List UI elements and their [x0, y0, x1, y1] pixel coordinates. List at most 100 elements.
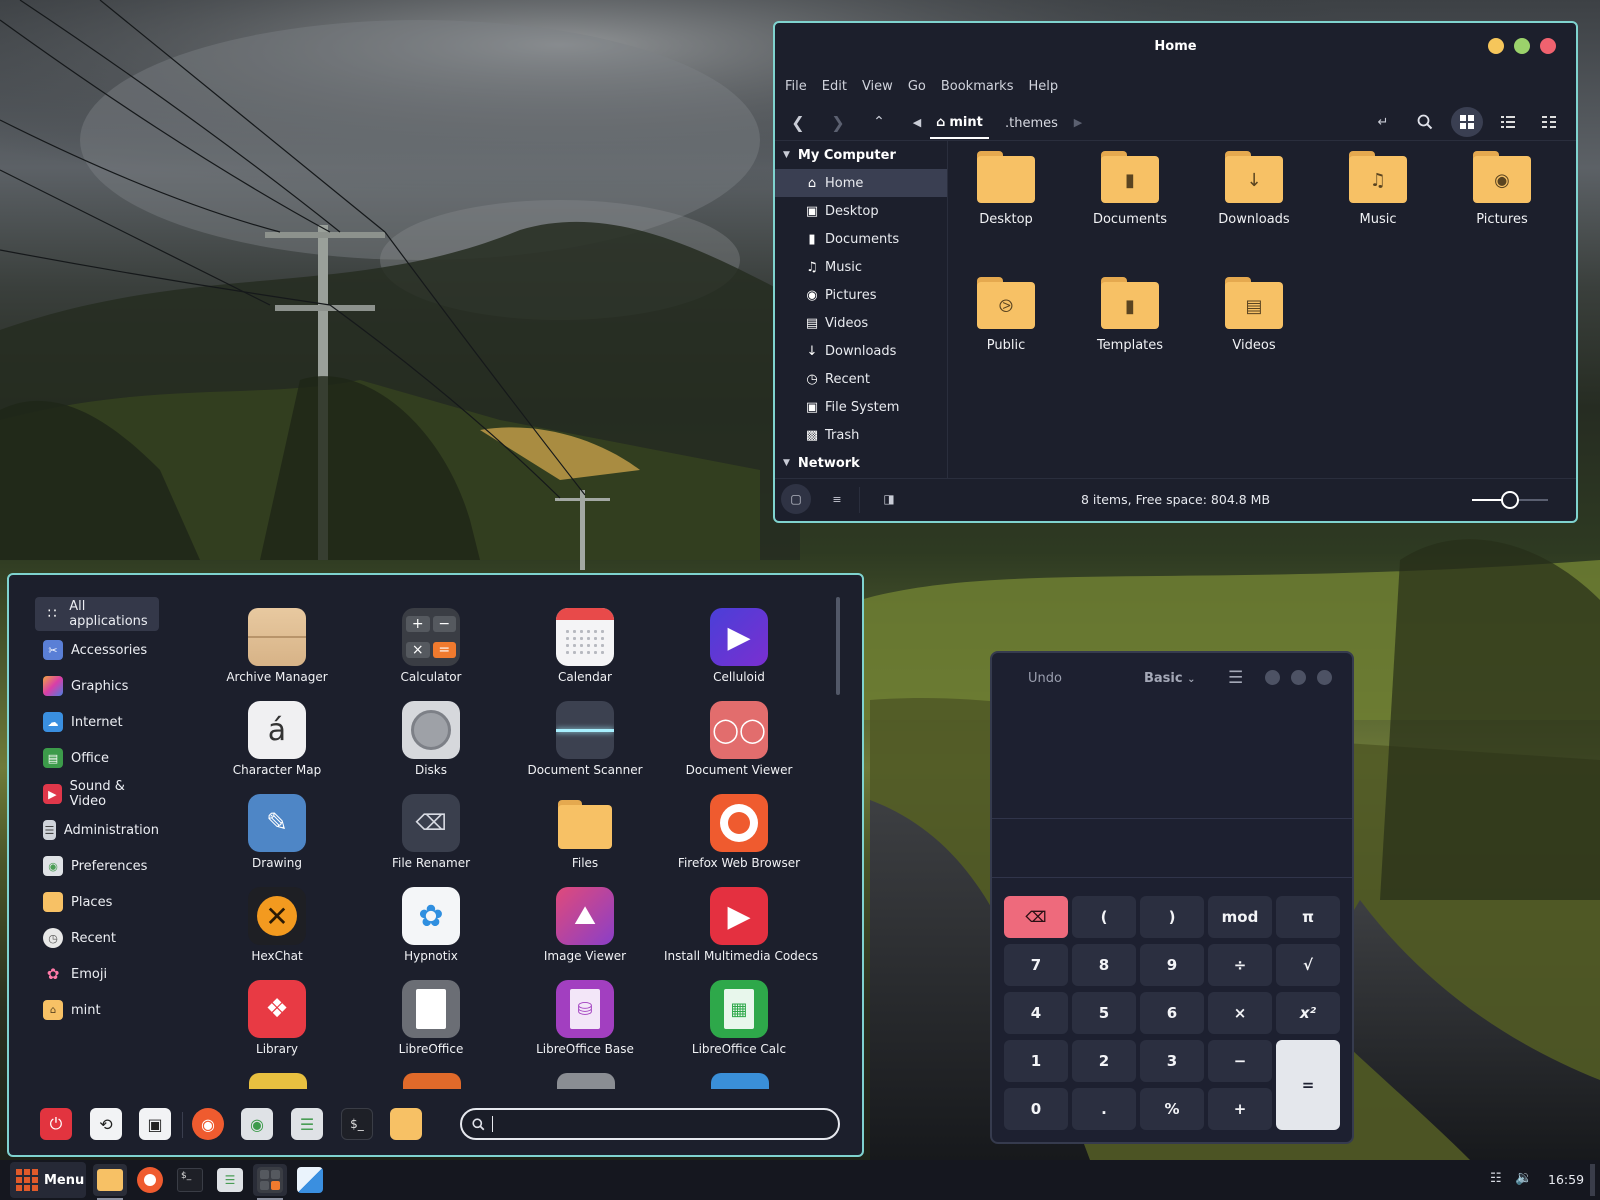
- menu-go[interactable]: Go: [908, 79, 926, 94]
- file-manager-titlebar[interactable]: Home: [775, 23, 1576, 69]
- key-3[interactable]: 3: [1140, 1040, 1204, 1082]
- sidebar-item-home[interactable]: ⌂ Home: [775, 169, 947, 197]
- undo-button[interactable]: Undo: [1028, 671, 1062, 686]
- menu-help[interactable]: Help: [1028, 79, 1058, 94]
- list-view-button[interactable]: [1492, 107, 1524, 137]
- key-open-paren[interactable]: (: [1072, 896, 1136, 938]
- folder-public[interactable]: ⧁ Public: [951, 277, 1061, 353]
- app-install-multimedia-codecs[interactable]: ▶ Install Multimedia Codecs: [664, 887, 818, 963]
- search-button[interactable]: [1409, 107, 1441, 137]
- compact-view-button[interactable]: [1533, 107, 1565, 137]
- app-libreoffice-calc[interactable]: ▦ LibreOffice Calc: [664, 980, 814, 1056]
- favorite-files[interactable]: [390, 1108, 422, 1140]
- category-all-applications[interactable]: ∷ All applications: [35, 597, 159, 631]
- app-hexchat[interactable]: ✕ HexChat: [202, 887, 352, 963]
- key-subtract[interactable]: −: [1208, 1040, 1272, 1082]
- search-box[interactable]: [460, 1108, 840, 1140]
- up-button[interactable]: ⌃: [863, 107, 895, 137]
- taskbar-firefox[interactable]: [133, 1164, 167, 1196]
- category-internet[interactable]: ☁ Internet: [35, 705, 159, 739]
- back-button[interactable]: ❮: [782, 107, 814, 137]
- breadcrumb-scroll-right[interactable]: ▶: [1062, 107, 1094, 137]
- maximize-button[interactable]: [1291, 670, 1306, 685]
- key-equals[interactable]: =: [1276, 1040, 1340, 1130]
- network-icon[interactable]: ☷: [1490, 1171, 1502, 1186]
- key-4[interactable]: 4: [1004, 992, 1068, 1034]
- folder-downloads[interactable]: ↓ Downloads: [1199, 151, 1309, 227]
- folder-music[interactable]: ♫ Music: [1323, 151, 1433, 227]
- app-hypnotix[interactable]: ✿ Hypnotix: [356, 887, 506, 963]
- key-close-paren[interactable]: ): [1140, 896, 1204, 938]
- folder-documents[interactable]: ▮ Documents: [1075, 151, 1185, 227]
- section-network[interactable]: ▼ Network: [775, 449, 947, 477]
- sidebar-item-documents[interactable]: ▮ Documents: [775, 225, 947, 253]
- calculator-input-display[interactable]: [992, 820, 1352, 878]
- close-button[interactable]: [1317, 670, 1332, 685]
- key-divide[interactable]: ÷: [1208, 944, 1272, 986]
- key-square[interactable]: x²: [1276, 992, 1340, 1034]
- menu-bookmarks[interactable]: Bookmarks: [941, 79, 1014, 94]
- app-files[interactable]: Files: [510, 794, 660, 870]
- app-character-map[interactable]: á Character Map: [202, 701, 352, 777]
- key-9[interactable]: 9: [1140, 944, 1204, 986]
- key-2[interactable]: 2: [1072, 1040, 1136, 1082]
- taskbar-terminal[interactable]: $_: [173, 1164, 207, 1196]
- favorite-firefox[interactable]: ◉: [192, 1108, 224, 1140]
- category-preferences[interactable]: ◉ Preferences: [35, 849, 159, 883]
- folder-templates[interactable]: ▮ Templates: [1075, 277, 1185, 353]
- lock-button[interactable]: ▣: [139, 1108, 171, 1140]
- calculator-headerbar[interactable]: Undo Basic ⌄ ☰: [992, 653, 1352, 707]
- sidebar-item-videos[interactable]: ▤ Videos: [775, 309, 947, 337]
- key-6[interactable]: 6: [1140, 992, 1204, 1034]
- taskbar-settings[interactable]: ☰: [213, 1164, 247, 1196]
- category-mint[interactable]: ⌂ mint: [35, 993, 159, 1027]
- maximize-button[interactable]: [1514, 38, 1530, 54]
- minimize-button[interactable]: [1488, 38, 1504, 54]
- app-archive-manager[interactable]: Archive Manager: [202, 608, 352, 684]
- key-backspace[interactable]: ⌫: [1004, 896, 1068, 938]
- category-accessories[interactable]: ✂ Accessories: [35, 633, 159, 667]
- key-add[interactable]: +: [1208, 1088, 1272, 1130]
- favorite-terminal[interactable]: $_: [341, 1108, 373, 1140]
- key-sqrt[interactable]: √: [1276, 944, 1340, 986]
- favorite-software-manager[interactable]: ◉: [241, 1108, 273, 1140]
- folder-videos[interactable]: ▤ Videos: [1199, 277, 1309, 353]
- sidebar-item-pictures[interactable]: ◉ Pictures: [775, 281, 947, 309]
- key-8[interactable]: 8: [1072, 944, 1136, 986]
- menu-button[interactable]: ☰: [1228, 668, 1243, 688]
- app-celluloid[interactable]: ▶ Celluloid: [664, 608, 814, 684]
- category-graphics[interactable]: Graphics: [35, 669, 159, 703]
- key-pi[interactable]: π: [1276, 896, 1340, 938]
- key-percent[interactable]: %: [1140, 1088, 1204, 1130]
- mode-selector[interactable]: Basic ⌄: [1144, 671, 1196, 686]
- app-image-viewer[interactable]: ⛰ Image Viewer: [510, 887, 660, 963]
- toggle-location-button[interactable]: ↵: [1367, 107, 1399, 137]
- logout-button[interactable]: ⟲: [90, 1108, 122, 1140]
- folder-desktop[interactable]: Desktop: [951, 151, 1061, 227]
- shutdown-button[interactable]: ⏻: [40, 1108, 72, 1140]
- app-file-renamer[interactable]: ⌫ File Renamer: [356, 794, 506, 870]
- key-multiply[interactable]: ×: [1208, 992, 1272, 1034]
- key-mod[interactable]: mod: [1208, 896, 1272, 938]
- zoom-slider-handle[interactable]: [1501, 491, 1519, 509]
- category-places[interactable]: Places: [35, 885, 159, 919]
- category-sound-video[interactable]: ▶ Sound & Video: [35, 777, 159, 811]
- close-button[interactable]: [1540, 38, 1556, 54]
- app-disks[interactable]: Disks: [356, 701, 506, 777]
- menu-view[interactable]: View: [862, 79, 893, 94]
- app-document-viewer[interactable]: ◯◯ Document Viewer: [664, 701, 814, 777]
- show-desktop-button[interactable]: [1590, 1164, 1595, 1196]
- app-document-scanner[interactable]: Document Scanner: [510, 701, 660, 777]
- sidebar-item-music[interactable]: ♫ Music: [775, 253, 947, 281]
- key-1[interactable]: 1: [1004, 1040, 1068, 1082]
- app-libreoffice-base[interactable]: ⛁ LibreOffice Base: [510, 980, 660, 1056]
- app-calendar[interactable]: Calendar: [510, 608, 660, 684]
- app-calculator[interactable]: + − × = Calculator: [356, 608, 506, 684]
- volume-icon[interactable]: 🔉: [1515, 1170, 1532, 1186]
- minimize-button[interactable]: [1265, 670, 1280, 685]
- menu-button[interactable]: Menu: [10, 1162, 86, 1198]
- favorite-system-settings[interactable]: ☰: [291, 1108, 323, 1140]
- sidebar-item-recent[interactable]: ◷ Recent: [775, 365, 947, 393]
- icon-view-button[interactable]: [1451, 107, 1483, 137]
- sidebar-item-desktop[interactable]: ▣ Desktop: [775, 197, 947, 225]
